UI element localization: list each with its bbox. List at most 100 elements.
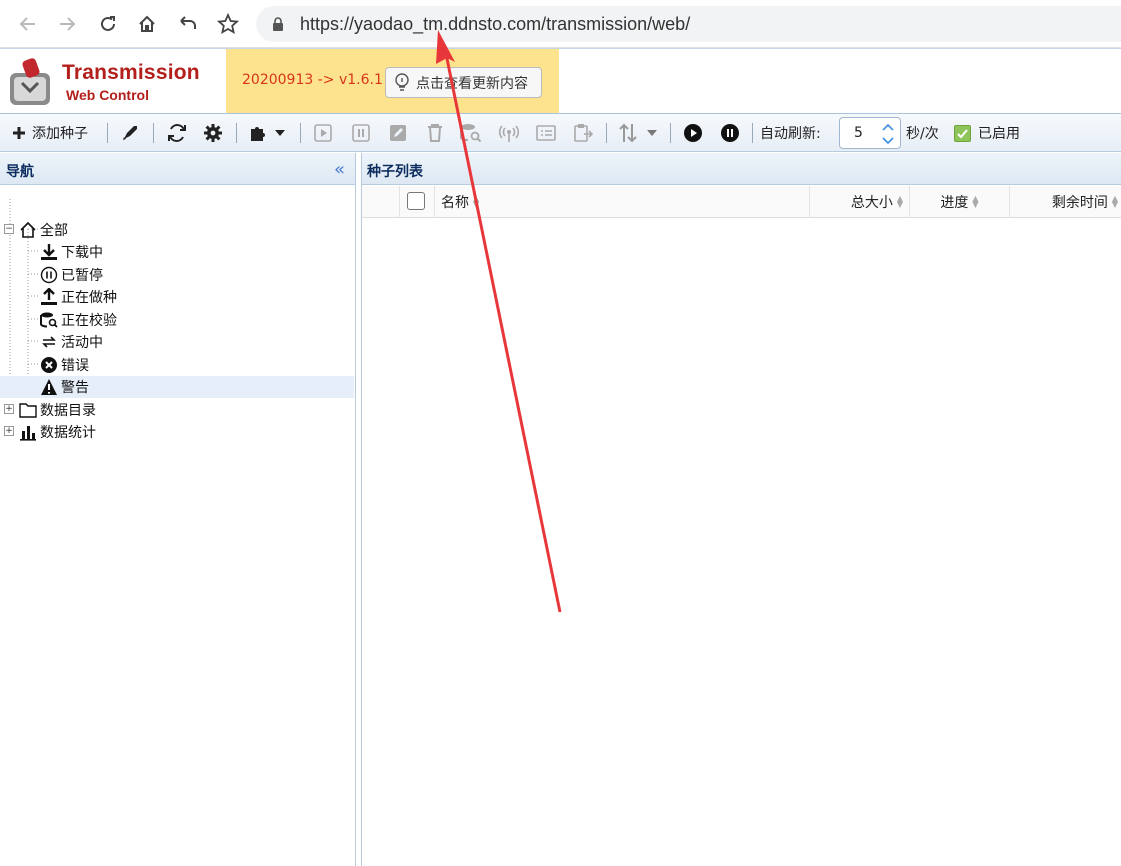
undo-button[interactable] xyxy=(173,10,201,38)
start-all-button[interactable] xyxy=(683,120,703,146)
reannounce-button[interactable] xyxy=(498,120,520,146)
pause-circle-icon xyxy=(40,266,58,284)
app-header: Transmission Web Control 20200913 -> v1.… xyxy=(0,48,1121,114)
refresh-icon xyxy=(168,124,186,142)
url-text: https://yaodao_tm.ddnsto.com/transmissio… xyxy=(300,13,691,34)
toolbar-divider xyxy=(300,123,301,143)
sort-icon: ▲ ▼ xyxy=(972,194,979,209)
row-number-column xyxy=(362,186,400,218)
expand-toggle-icon[interactable]: + xyxy=(4,404,14,414)
play-square-icon xyxy=(314,124,332,142)
refresh-button[interactable] xyxy=(166,120,188,146)
puzzle-icon xyxy=(251,127,265,141)
error-icon xyxy=(40,356,58,374)
upload-icon xyxy=(40,288,58,306)
nav-item-warning[interactable]: 警告 xyxy=(0,376,354,398)
nav-item-downloading[interactable]: 下载中 xyxy=(0,241,354,263)
reload-button[interactable] xyxy=(94,10,122,38)
arrow-left-icon xyxy=(19,17,35,31)
database-search-icon xyxy=(460,124,482,143)
plugins-button[interactable] xyxy=(248,120,286,146)
auto-refresh-checkbox[interactable] xyxy=(954,125,971,142)
navigation-header: 导航 « xyxy=(0,153,355,185)
nav-item-data-folder[interactable]: + 数据目录 xyxy=(0,399,354,421)
logo-title: Transmission xyxy=(62,61,200,84)
expand-toggle-icon[interactable]: + xyxy=(4,426,14,436)
edit-icon xyxy=(390,125,406,141)
nav-item-label: 已暂停 xyxy=(61,268,103,284)
speed-button[interactable] xyxy=(120,120,140,146)
nav-item-statistics[interactable]: + 数据统计 xyxy=(0,421,354,443)
bar-chart-icon xyxy=(19,423,37,441)
reload-icon xyxy=(101,16,115,31)
caret-down-icon xyxy=(275,130,285,136)
bookmark-button[interactable] xyxy=(214,10,242,38)
pause-button[interactable] xyxy=(351,120,371,146)
settings-button[interactable] xyxy=(203,120,223,146)
column-progress[interactable]: 进度 ▲ ▼ xyxy=(910,186,1010,218)
nav-item-active[interactable]: 活动中 xyxy=(0,331,354,353)
nav-item-all[interactable]: − 全部 xyxy=(0,219,354,241)
transmission-logo xyxy=(8,57,54,107)
select-all-checkbox[interactable] xyxy=(407,192,425,210)
spin-up-icon[interactable] xyxy=(879,120,897,134)
auto-refresh-label-wrap: 自动刷新: xyxy=(760,120,821,146)
gear-icon xyxy=(204,124,222,142)
sort-icon: ▲ ▼ xyxy=(473,194,480,209)
lock-icon xyxy=(272,17,286,31)
refresh-interval-value: 5 xyxy=(854,125,863,141)
plus-icon xyxy=(13,127,25,139)
pause-all-button[interactable] xyxy=(720,120,740,146)
nav-item-checking[interactable]: 正在校验 xyxy=(0,309,354,331)
enabled-label: 已启用 xyxy=(978,126,1020,142)
copy-path-button[interactable] xyxy=(572,120,594,146)
nav-item-paused[interactable]: 已暂停 xyxy=(0,264,354,286)
nav-item-label: 全部 xyxy=(40,223,68,239)
list-icon xyxy=(536,125,556,141)
refresh-unit-wrap: 秒/次 xyxy=(906,120,939,146)
refresh-unit: 秒/次 xyxy=(906,126,939,142)
star-icon xyxy=(217,13,239,34)
nav-item-label: 警告 xyxy=(61,380,89,396)
warning-icon xyxy=(40,378,58,396)
check-icon xyxy=(957,129,968,139)
sort-icon: ▲ ▼ xyxy=(896,194,903,209)
address-bar[interactable]: https://yaodao_tm.ddnsto.com/transmissio… xyxy=(256,6,1121,42)
rename-button[interactable] xyxy=(388,120,408,146)
column-name[interactable]: 名称 ▲ ▼ xyxy=(434,186,810,218)
double-chevron-left-icon[interactable]: « xyxy=(334,159,345,180)
home-icon xyxy=(139,15,155,32)
torrent-grid-header: 名称 ▲ ▼ 总大小 ▲ ▼ 进度 ▲ ▼ 剩余时间 ▲ ▼ xyxy=(362,186,1121,218)
verify-button[interactable] xyxy=(460,120,482,146)
add-torrent-button[interactable]: 添加种子 xyxy=(12,120,88,146)
start-button[interactable] xyxy=(313,120,333,146)
logo-subtitle: Web Control xyxy=(66,87,149,103)
pause-square-icon xyxy=(352,124,370,142)
nav-item-seeding[interactable]: 正在做种 xyxy=(0,286,354,308)
collapse-toggle-icon[interactable]: − xyxy=(4,224,14,234)
download-icon xyxy=(40,243,58,261)
nav-item-error[interactable]: 错误 xyxy=(0,354,354,376)
spin-down-icon[interactable] xyxy=(879,134,897,148)
column-time-remaining[interactable]: 剩余时间 ▲ ▼ xyxy=(1010,186,1121,218)
update-version: 20200913 -> v1.6.1 xyxy=(242,72,383,88)
torrent-list-title: 种子列表 xyxy=(367,164,423,180)
column-total-size[interactable]: 总大小 ▲ ▼ xyxy=(810,186,910,218)
delete-button[interactable] xyxy=(426,120,444,146)
nav-item-label: 正在校验 xyxy=(61,313,117,329)
forward-button[interactable] xyxy=(53,10,81,38)
sort-arrows-icon xyxy=(619,123,637,143)
view-update-button[interactable]: 点击查看更新内容 xyxy=(385,67,542,98)
enabled-label-wrap: 已启用 xyxy=(978,120,1020,146)
refresh-interval-spinner[interactable]: 5 xyxy=(839,117,901,149)
nav-item-label: 下载中 xyxy=(61,245,103,261)
rocket-icon xyxy=(123,126,137,140)
home-button[interactable] xyxy=(133,10,161,38)
back-button[interactable] xyxy=(14,10,42,38)
caret-down-icon xyxy=(647,130,657,136)
sort-button[interactable] xyxy=(618,120,658,146)
move-button[interactable] xyxy=(535,120,557,146)
home-icon xyxy=(19,221,37,239)
toolbar-divider xyxy=(670,123,671,143)
nav-item-label: 活动中 xyxy=(61,335,103,351)
